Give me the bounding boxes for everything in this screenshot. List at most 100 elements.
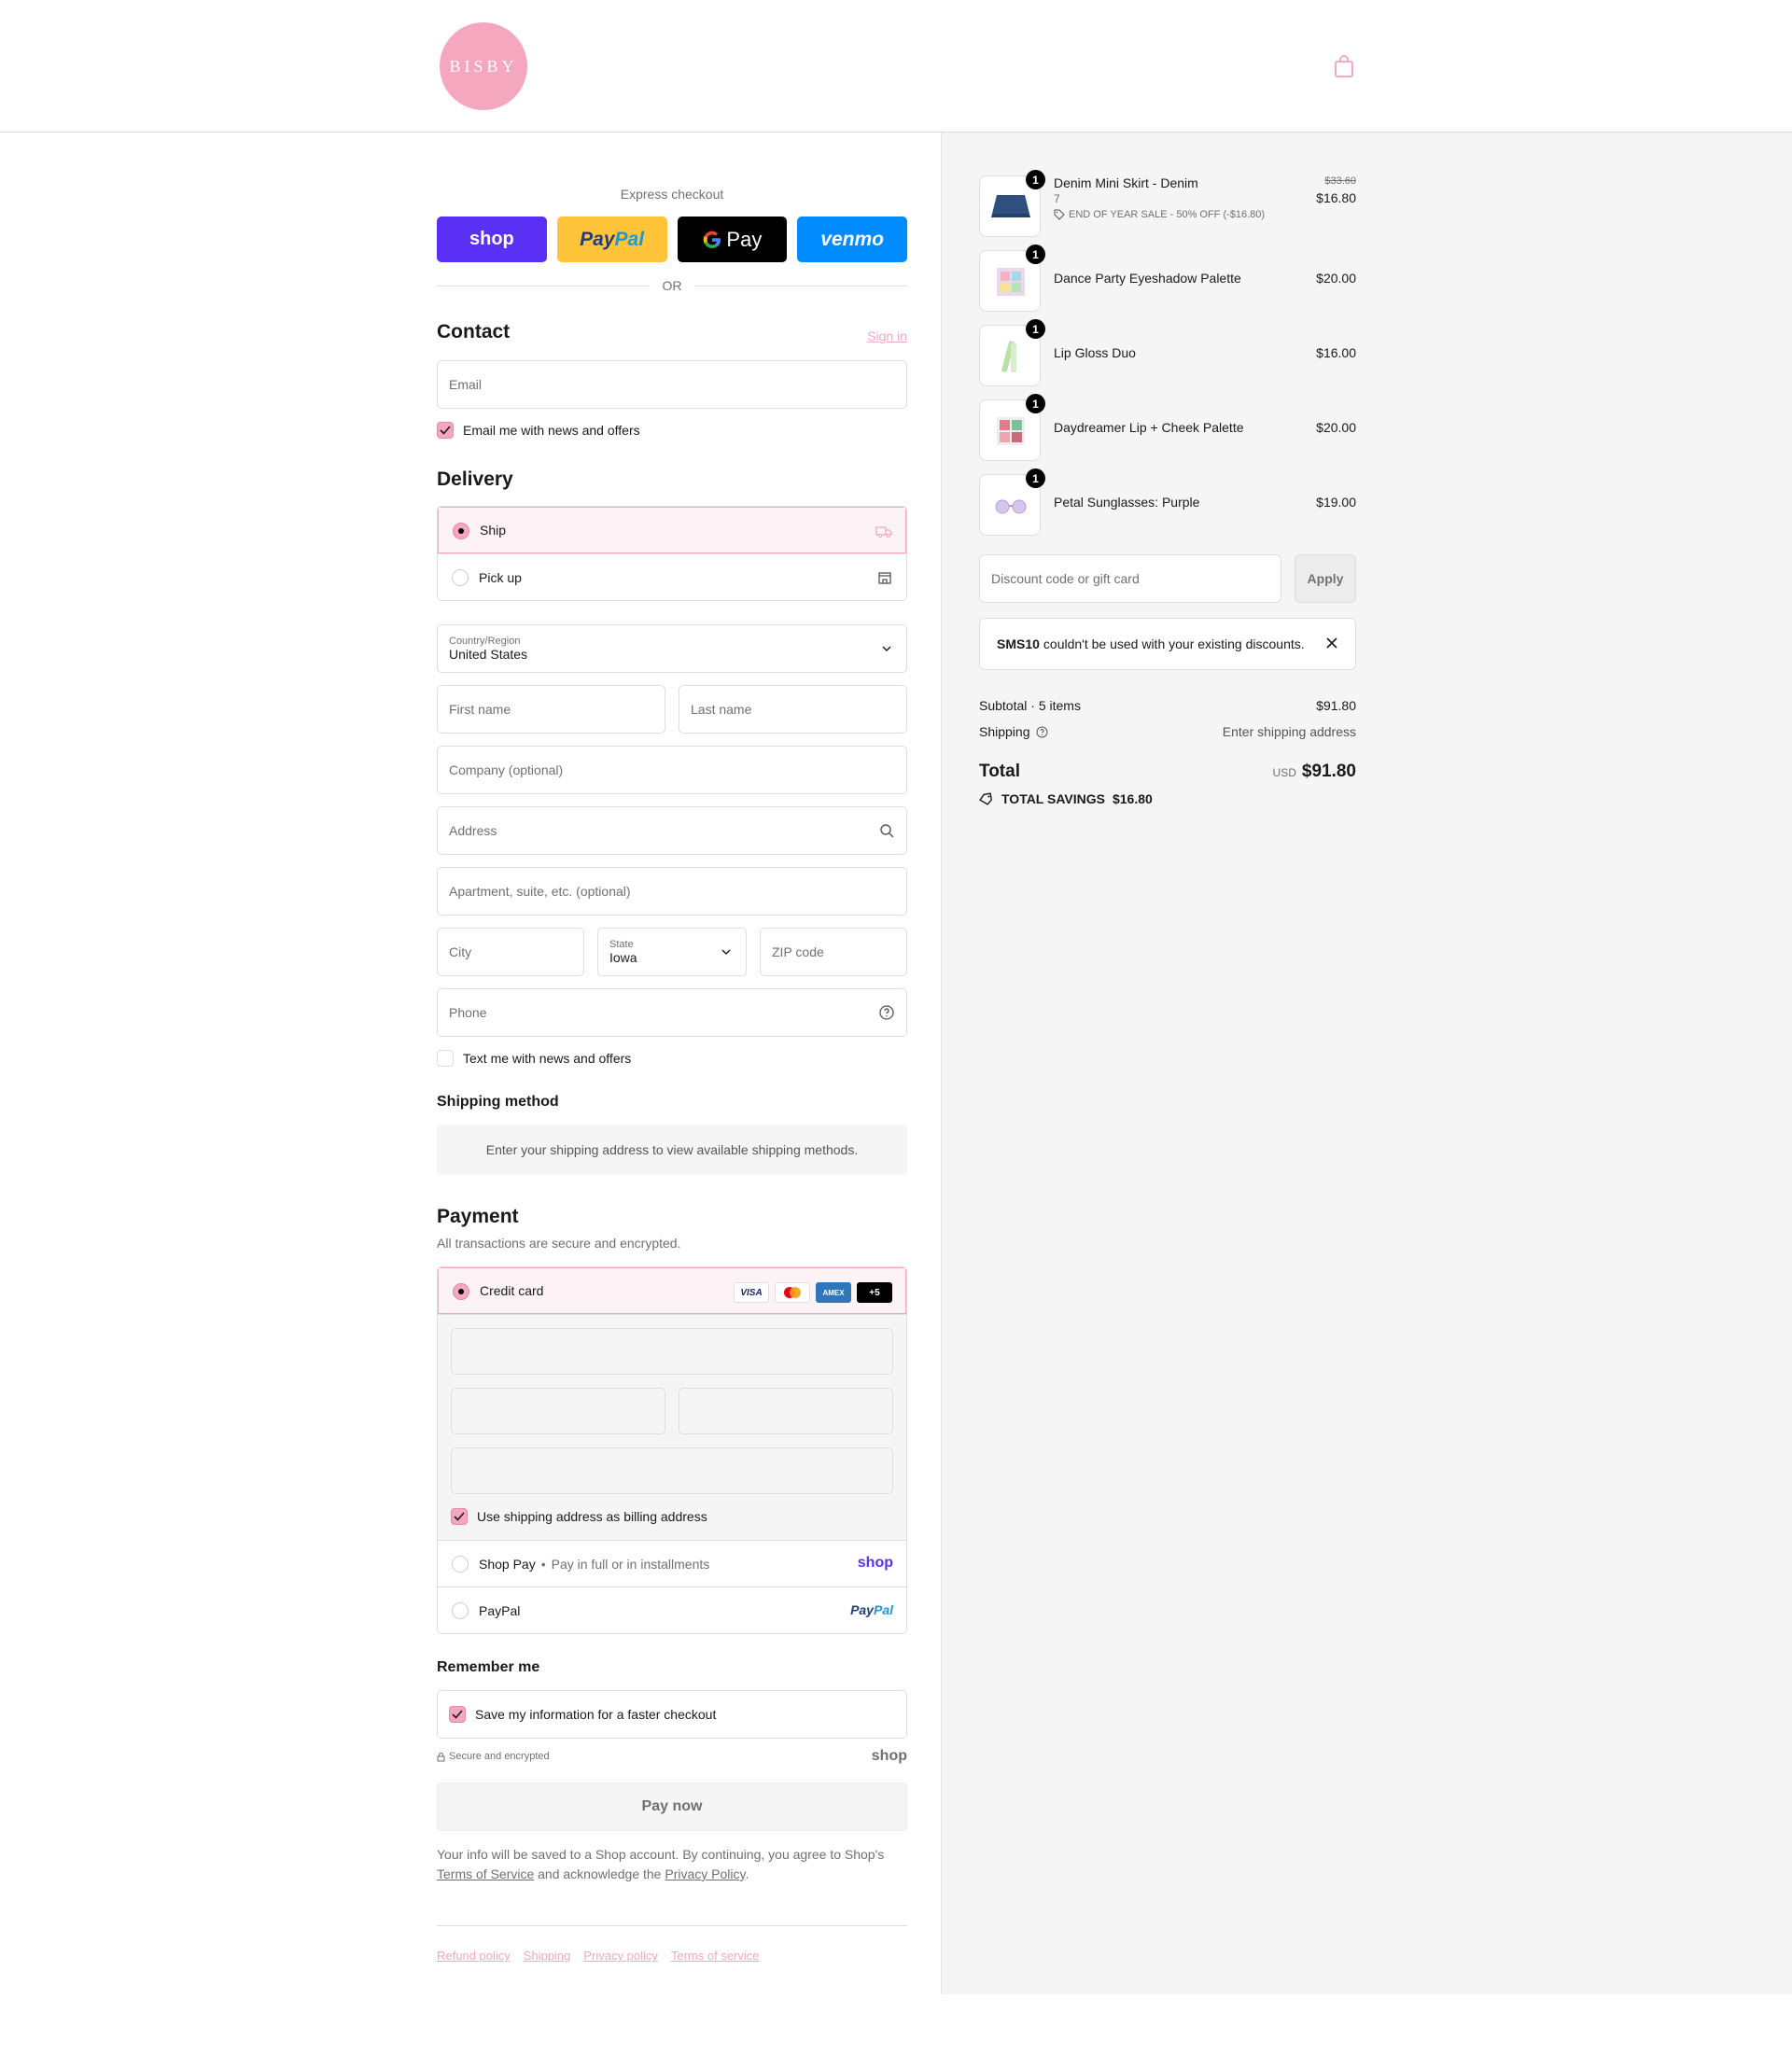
terms-link[interactable]: Terms of Service xyxy=(437,1866,534,1881)
company-field[interactable]: Company (optional) xyxy=(437,746,907,794)
first-name-field[interactable]: First name xyxy=(437,685,665,734)
delivery-method-group: Ship Pick up xyxy=(437,506,907,601)
totals: Subtotal · 5 items $91.80 Shipping Enter… xyxy=(979,692,1356,806)
product-price: $20.00 xyxy=(1316,271,1356,286)
product-name: Lip Gloss Duo xyxy=(1054,345,1136,360)
country-value: United States xyxy=(449,647,528,662)
terms-of-service-link[interactable]: Terms of service xyxy=(671,1949,760,1963)
payment-heading: Payment xyxy=(437,1206,519,1227)
total-savings: TOTAL SAVINGS $16.80 xyxy=(979,791,1356,806)
country-label: Country/Region xyxy=(449,636,521,647)
product-price: $19.00 xyxy=(1316,495,1356,510)
paypal-express-button[interactable]: Pay Pal xyxy=(556,217,667,262)
ship-radio[interactable] xyxy=(453,523,469,539)
security-code-field[interactable] xyxy=(679,1388,893,1434)
product-name: Dance Party Eyeshadow Palette xyxy=(1054,271,1241,286)
line-item: 1 Dance Party Eyeshadow Palette $20.00 xyxy=(979,245,1356,325)
sign-in-link[interactable]: Sign in xyxy=(867,329,907,343)
address-field[interactable]: Address xyxy=(437,806,907,855)
save-info-option[interactable]: Save my information for a faster checkou… xyxy=(437,1690,907,1739)
help-icon[interactable] xyxy=(1036,726,1048,738)
legal-notice: Your info will be saved to a Shop accoun… xyxy=(437,1845,907,1884)
shop-pay-option[interactable]: Shop Pay • Pay in full or in installment… xyxy=(438,1540,906,1587)
shipping-method-heading: Shipping method xyxy=(437,1094,559,1110)
google-pay-express-button[interactable]: Pay xyxy=(677,217,788,262)
chevron-down-icon xyxy=(721,949,731,955)
email-field[interactable]: Email xyxy=(437,360,907,409)
country-select[interactable]: Country/Region United States xyxy=(437,624,907,673)
mastercard-icon xyxy=(775,1282,810,1303)
billing-same-option[interactable]: Use shipping address as billing address xyxy=(451,1508,707,1525)
store-icon xyxy=(878,572,891,584)
pickup-radio[interactable] xyxy=(452,569,469,586)
delivery-heading: Delivery xyxy=(437,468,513,490)
state-value: Iowa xyxy=(609,950,637,965)
ship-option[interactable]: Ship xyxy=(438,507,906,553)
footer-links: Refund policy Shipping Privacy policy Te… xyxy=(437,1949,760,1963)
secure-label: Secure and encrypted xyxy=(449,1751,550,1762)
apply-discount-button[interactable]: Apply xyxy=(1295,554,1356,603)
shipping-link[interactable]: Shipping xyxy=(524,1949,571,1963)
discount-code-field[interactable]: Discount code or gift card xyxy=(979,554,1281,603)
email-news-option[interactable]: Email me with news and offers xyxy=(437,422,640,439)
privacy-link[interactable]: Privacy Policy xyxy=(665,1866,745,1881)
contact-heading: Contact xyxy=(437,321,511,343)
help-icon[interactable] xyxy=(878,1004,895,1021)
state-select[interactable]: State Iowa xyxy=(597,928,747,976)
venmo-express-button[interactable]: venmo xyxy=(797,217,907,262)
text-news-option[interactable]: Text me with news and offers xyxy=(437,1050,631,1067)
credit-card-label: Credit card xyxy=(480,1283,544,1298)
discount-text: END OF YEAR SALE - 50% OFF (-$16.80) xyxy=(1069,209,1266,220)
pickup-option[interactable]: Pick up xyxy=(438,553,906,600)
paypal-radio[interactable] xyxy=(452,1602,469,1619)
text-news-label: Text me with news and offers xyxy=(463,1051,632,1066)
name-on-card-field[interactable] xyxy=(451,1447,893,1494)
product-name: Denim Mini Skirt - Denim xyxy=(1054,175,1198,190)
line-item: 1 Denim Mini Skirt - Denim 7 END OF YEAR… xyxy=(979,170,1356,250)
paypal-label: PayPal xyxy=(479,1602,521,1618)
express-buttons: shop Pay Pal Pay venmo xyxy=(437,217,907,262)
remember-me-heading: Remember me xyxy=(437,1659,540,1675)
shop-pay-express-button[interactable]: shop xyxy=(437,217,547,262)
shipping-label: Shipping xyxy=(979,724,1030,739)
truck-icon xyxy=(875,526,892,538)
pay-now-button[interactable]: Pay now xyxy=(437,1782,907,1831)
pickup-label: Pick up xyxy=(479,569,522,585)
city-field[interactable]: City xyxy=(437,928,584,976)
phone-field[interactable]: Phone xyxy=(437,988,907,1037)
secure-row: Secure and encrypted shop xyxy=(437,1748,907,1765)
tag-icon xyxy=(979,792,993,805)
quantity-badge: 1 xyxy=(1026,319,1045,339)
zip-field[interactable]: ZIP code xyxy=(760,928,907,976)
card-number-field[interactable] xyxy=(451,1328,893,1375)
amex-icon: AMEX xyxy=(816,1282,851,1303)
paypal-logo-part: Pal xyxy=(614,228,645,250)
save-info-checkbox[interactable] xyxy=(449,1706,466,1723)
refund-policy-link[interactable]: Refund policy xyxy=(437,1949,511,1963)
email-news-label: Email me with news and offers xyxy=(463,423,640,438)
line-item: 1 Daydreamer Lip + Cheek Palette $20.00 xyxy=(979,394,1356,474)
credit-card-radio[interactable] xyxy=(453,1283,469,1300)
privacy-policy-link[interactable]: Privacy policy xyxy=(583,1949,657,1963)
chevron-down-icon xyxy=(882,646,891,651)
close-icon[interactable] xyxy=(1323,636,1340,652)
paypal-logo-part: Pay xyxy=(580,228,615,250)
email-news-checkbox[interactable] xyxy=(437,422,454,439)
brand-logo[interactable]: BISBY xyxy=(440,22,527,110)
error-message: couldn't be used with your existing disc… xyxy=(1043,636,1305,651)
or-label: OR xyxy=(662,278,682,293)
payment-method-group: Credit card VISA AMEX +5 Use shipping ad… xyxy=(437,1266,907,1634)
credit-card-option[interactable]: Credit card VISA AMEX +5 xyxy=(438,1267,906,1314)
more-cards-badge: +5 xyxy=(857,1282,892,1303)
expiry-field[interactable] xyxy=(451,1388,665,1434)
shop-logo: shop xyxy=(871,1748,907,1764)
cart-icon[interactable] xyxy=(1333,54,1355,78)
billing-same-checkbox[interactable] xyxy=(451,1508,468,1525)
shop-pay-radio[interactable] xyxy=(452,1556,469,1573)
text-news-checkbox[interactable] xyxy=(437,1050,454,1067)
apartment-field[interactable]: Apartment, suite, etc. (optional) xyxy=(437,867,907,916)
paypal-option[interactable]: PayPal PayPal xyxy=(438,1587,906,1633)
last-name-field[interactable]: Last name xyxy=(679,685,907,734)
line-item: 1 Petal Sunglasses: Purple $19.00 xyxy=(979,468,1356,549)
product-name: Daydreamer Lip + Cheek Palette xyxy=(1054,420,1244,435)
